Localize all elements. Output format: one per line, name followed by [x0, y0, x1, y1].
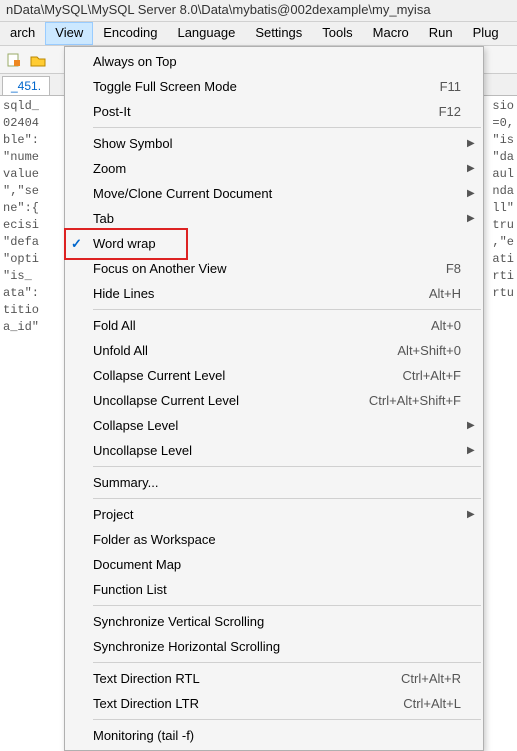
menu-item-label: Tab [93, 211, 467, 226]
menu-item-always-on-top[interactable]: Always on Top [65, 49, 483, 74]
menu-item-label: Zoom [93, 161, 467, 176]
menu-separator [93, 309, 481, 310]
menu-item-document-map[interactable]: Document Map [65, 552, 483, 577]
menu-item-label: Synchronize Horizontal Scrolling [93, 639, 467, 654]
menu-item-label: Text Direction LTR [93, 696, 403, 711]
submenu-arrow-icon: ▶ [467, 213, 475, 224]
menu-item-show-symbol[interactable]: Show Symbol▶ [65, 131, 483, 156]
submenu-arrow-icon: ▶ [467, 420, 475, 431]
menu-item-text-direction-ltr[interactable]: Text Direction LTRCtrl+Alt+L [65, 691, 483, 716]
menu-shortcut: Alt+0 [431, 318, 461, 333]
menu-separator [93, 127, 481, 128]
menu-tools[interactable]: Tools [312, 22, 362, 45]
title-bar: nData\MySQL\MySQL Server 8.0\Data\mybati… [0, 0, 517, 22]
submenu-arrow-icon: ▶ [467, 509, 475, 520]
menu-item-label: Collapse Current Level [93, 368, 402, 383]
menu-item-text-direction-rtl[interactable]: Text Direction RTLCtrl+Alt+R [65, 666, 483, 691]
menu-settings[interactable]: Settings [245, 22, 312, 45]
new-file-icon[interactable] [4, 50, 24, 70]
menu-item-label: Document Map [93, 557, 467, 572]
menu-item-label: Toggle Full Screen Mode [93, 79, 440, 94]
menu-view[interactable]: View [45, 22, 93, 45]
menu-item-move-clone-current-document[interactable]: Move/Clone Current Document▶ [65, 181, 483, 206]
menu-shortcut: Ctrl+Alt+Shift+F [369, 393, 461, 408]
menu-item-label: Project [93, 507, 467, 522]
menu-run[interactable]: Run [419, 22, 463, 45]
menu-item-label: Text Direction RTL [93, 671, 401, 686]
menu-item-collapse-current-level[interactable]: Collapse Current LevelCtrl+Alt+F [65, 363, 483, 388]
menu-shortcut: Alt+H [429, 286, 461, 301]
menu-item-label: Collapse Level [93, 418, 467, 433]
open-file-icon[interactable] [28, 50, 48, 70]
menu-shortcut: Ctrl+Alt+L [403, 696, 461, 711]
menu-item-label: Post-It [93, 104, 439, 119]
menu-separator [93, 605, 481, 606]
menu-plug[interactable]: Plug [463, 22, 509, 45]
menu-shortcut: F11 [440, 79, 461, 94]
menu-item-word-wrap[interactable]: ✓ Word wrap [65, 231, 483, 256]
menu-item-label: Folder as Workspace [93, 532, 467, 547]
file-tab[interactable]: _451. [2, 76, 50, 95]
menu-item-focus-on-another-view[interactable]: Focus on Another ViewF8 [65, 256, 483, 281]
menu-separator [93, 466, 481, 467]
menu-item-label: Word wrap [93, 236, 467, 251]
menu-item-fold-all[interactable]: Fold AllAlt+0 [65, 313, 483, 338]
menu-item-label: Move/Clone Current Document [93, 186, 467, 201]
submenu-arrow-icon: ▶ [467, 445, 475, 456]
checkmark-icon: ✓ [71, 236, 82, 252]
menu-item-label: Function List [93, 582, 467, 597]
menu-item-synchronize-horizontal-scrolling[interactable]: Synchronize Horizontal Scrolling [65, 634, 483, 659]
menu-arch[interactable]: arch [0, 22, 45, 45]
menu-item-label: Uncollapse Current Level [93, 393, 369, 408]
menu-item-function-list[interactable]: Function List [65, 577, 483, 602]
menu-item-label: Fold All [93, 318, 431, 333]
menu-item-label: Monitoring (tail -f) [93, 728, 467, 743]
menu-item-label: Show Symbol [93, 136, 467, 151]
menu-item-toggle-full-screen-mode[interactable]: Toggle Full Screen ModeF11 [65, 74, 483, 99]
menu-encoding[interactable]: Encoding [93, 22, 167, 45]
menu-shortcut: Ctrl+Alt+F [402, 368, 461, 383]
menu-item-folder-as-workspace[interactable]: Folder as Workspace [65, 527, 483, 552]
menu-item-hide-lines[interactable]: Hide LinesAlt+H [65, 281, 483, 306]
menu-item-project[interactable]: Project▶ [65, 502, 483, 527]
menu-macro[interactable]: Macro [363, 22, 419, 45]
menu-separator [93, 498, 481, 499]
menu-item-label: Synchronize Vertical Scrolling [93, 614, 467, 629]
menu-item-synchronize-vertical-scrolling[interactable]: Synchronize Vertical Scrolling [65, 609, 483, 634]
menu-language[interactable]: Language [167, 22, 245, 45]
menu-shortcut: F12 [439, 104, 461, 119]
view-menu-dropdown: Always on TopToggle Full Screen ModeF11P… [64, 46, 484, 751]
menu-item-post-it[interactable]: Post-ItF12 [65, 99, 483, 124]
menu-item-uncollapse-current-level[interactable]: Uncollapse Current LevelCtrl+Alt+Shift+F [65, 388, 483, 413]
menu-item-tab[interactable]: Tab▶ [65, 206, 483, 231]
menu-item-uncollapse-level[interactable]: Uncollapse Level▶ [65, 438, 483, 463]
menu-item-label: Focus on Another View [93, 261, 446, 276]
menu-item-label: Unfold All [93, 343, 397, 358]
submenu-arrow-icon: ▶ [467, 138, 475, 149]
menu-item-zoom[interactable]: Zoom▶ [65, 156, 483, 181]
menu-item-label: Summary... [93, 475, 467, 490]
menu-item-label: Always on Top [93, 54, 467, 69]
menu-shortcut: Ctrl+Alt+R [401, 671, 461, 686]
menu-item-summary[interactable]: Summary... [65, 470, 483, 495]
menu-item-unfold-all[interactable]: Unfold AllAlt+Shift+0 [65, 338, 483, 363]
menu-item-label: Uncollapse Level [93, 443, 467, 458]
menu-item-monitoring-tail-f[interactable]: Monitoring (tail -f) [65, 723, 483, 748]
menu-shortcut: Alt+Shift+0 [397, 343, 461, 358]
menu-bar: archViewEncodingLanguageSettingsToolsMac… [0, 22, 517, 46]
menu-item-label: Hide Lines [93, 286, 429, 301]
submenu-arrow-icon: ▶ [467, 188, 475, 199]
menu-shortcut: F8 [446, 261, 461, 276]
menu-separator [93, 662, 481, 663]
menu-item-collapse-level[interactable]: Collapse Level▶ [65, 413, 483, 438]
submenu-arrow-icon: ▶ [467, 163, 475, 174]
menu-separator [93, 719, 481, 720]
